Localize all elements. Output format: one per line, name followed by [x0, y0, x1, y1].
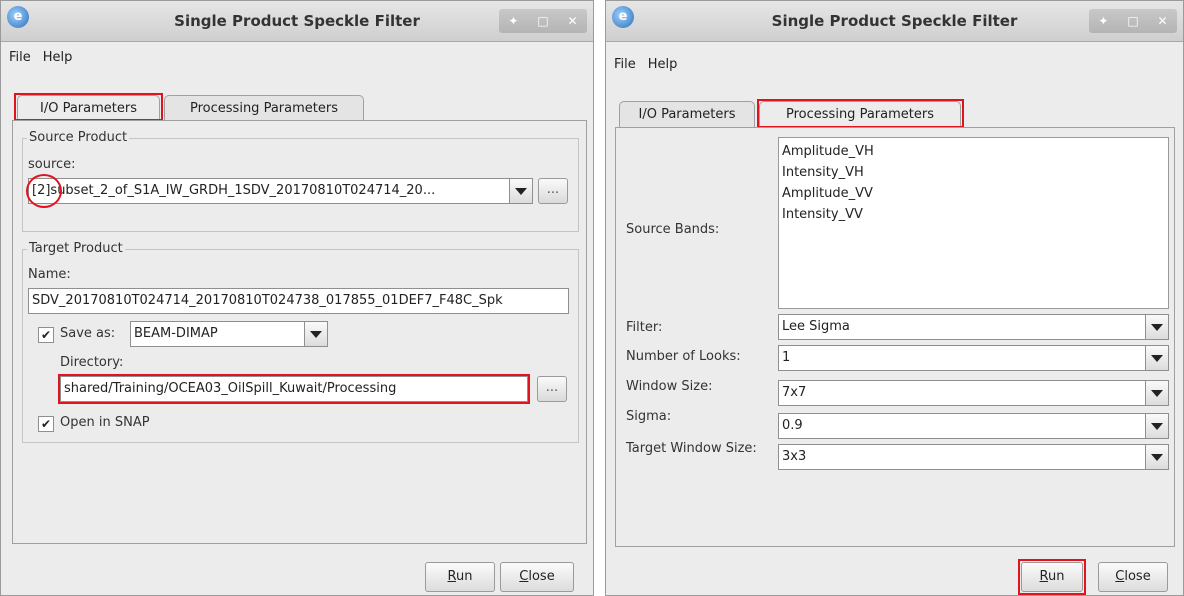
close-icon[interactable]: ✕: [1158, 14, 1168, 28]
number-of-looks-label: Number of Looks:: [626, 349, 741, 364]
maximize-icon[interactable]: □: [537, 14, 548, 28]
source-bands-label: Source Bands:: [626, 222, 720, 237]
close-label: lose: [1124, 569, 1151, 584]
title-bar[interactable]: e Single Product Speckle Filter ✦ □ ✕: [1, 1, 593, 42]
directory-label: Directory:: [60, 355, 124, 370]
menu-bar: File Help: [606, 49, 1183, 79]
pin-icon[interactable]: ✦: [508, 14, 518, 28]
run-button[interactable]: Run: [1021, 562, 1083, 592]
source-product-title: Source Product: [27, 130, 130, 145]
run-mnemonic: R: [447, 569, 456, 584]
processing-panel: Source Bands: Amplitude_VH Intensity_VH …: [615, 127, 1175, 547]
tab-processing-parameters[interactable]: Processing Parameters: [759, 101, 961, 127]
chevron-down-icon[interactable]: [1145, 445, 1168, 469]
directory-browse-button[interactable]: ...: [537, 376, 567, 402]
window-size-select[interactable]: 7x7: [778, 380, 1169, 406]
maximize-icon[interactable]: □: [1127, 14, 1138, 28]
close-label: lose: [528, 569, 555, 584]
chevron-down-icon[interactable]: [1145, 381, 1168, 405]
close-button[interactable]: Close: [500, 562, 574, 592]
tab-io-parameters[interactable]: I/O Parameters: [619, 101, 755, 127]
chevron-down-icon[interactable]: [1145, 315, 1168, 339]
window-size-value: 7x7: [782, 385, 807, 400]
run-label: un: [455, 569, 473, 584]
window-controls: ✦ □ ✕: [499, 9, 587, 33]
list-item[interactable]: Amplitude_VV: [782, 183, 1165, 204]
tab-io-parameters[interactable]: I/O Parameters: [17, 95, 160, 121]
sigma-select[interactable]: 0.9: [778, 413, 1169, 439]
chevron-down-icon[interactable]: [304, 322, 327, 346]
target-window-size-select[interactable]: 3x3: [778, 444, 1169, 470]
close-button[interactable]: Close: [1098, 562, 1168, 592]
list-item[interactable]: Intensity_VH: [782, 162, 1165, 183]
io-panel: Source Product source: [2]subset_2_of_S1…: [12, 120, 587, 544]
target-product-title: Target Product: [27, 241, 125, 256]
window-controls: ✦ □ ✕: [1089, 9, 1177, 33]
menu-bar: File Help: [1, 42, 593, 72]
menu-help[interactable]: Help: [648, 57, 678, 72]
sigma-value: 0.9: [782, 418, 803, 433]
speckle-filter-window-processing: e Single Product Speckle Filter ✦ □ ✕ Fi…: [605, 0, 1184, 596]
filter-label: Filter:: [626, 320, 663, 335]
menu-help[interactable]: Help: [43, 50, 73, 65]
run-mnemonic: R: [1039, 569, 1048, 584]
target-window-size-label: Target Window Size:: [626, 441, 757, 456]
source-label: source:: [28, 157, 76, 172]
source-product-select[interactable]: [2]subset_2_of_S1A_IW_GRDH_1SDV_20170810…: [28, 178, 533, 204]
chevron-down-icon[interactable]: [1145, 414, 1168, 438]
save-as-label: Save as:: [60, 326, 116, 341]
name-label: Name:: [28, 267, 71, 282]
save-format-value: BEAM-DIMAP: [134, 326, 218, 341]
run-button[interactable]: Run: [425, 562, 495, 592]
filter-value: Lee Sigma: [782, 319, 850, 334]
sigma-label: Sigma:: [626, 409, 672, 424]
title-bar[interactable]: e Single Product Speckle Filter ✦ □ ✕: [606, 1, 1183, 42]
list-item[interactable]: Intensity_VV: [782, 204, 1165, 225]
speckle-filter-window-io: e Single Product Speckle Filter ✦ □ ✕ Fi…: [0, 0, 594, 596]
target-window-size-value: 3x3: [782, 449, 807, 464]
window-size-label: Window Size:: [626, 379, 713, 394]
list-item[interactable]: Amplitude_VH: [782, 141, 1165, 162]
close-icon[interactable]: ✕: [568, 14, 578, 28]
chevron-down-icon[interactable]: [509, 179, 532, 203]
save-as-checkbox[interactable]: ✔: [38, 327, 54, 343]
chevron-down-icon[interactable]: [1145, 346, 1168, 370]
menu-file[interactable]: File: [9, 50, 31, 65]
number-of-looks-select[interactable]: 1: [778, 345, 1169, 371]
source-browse-button[interactable]: ...: [538, 178, 568, 204]
close-mnemonic: C: [519, 569, 529, 584]
close-mnemonic: C: [1115, 569, 1125, 584]
open-in-snap-checkbox[interactable]: ✔: [38, 416, 54, 432]
directory-field[interactable]: shared/Training/OCEA03_OilSpill_Kuwait/P…: [60, 376, 528, 402]
save-format-select[interactable]: BEAM-DIMAP: [130, 321, 328, 347]
menu-file[interactable]: File: [614, 57, 636, 72]
number-of-looks-value: 1: [782, 350, 791, 365]
target-product-group: Target Product Name: SDV_20170810T024714…: [22, 241, 579, 443]
open-in-snap-label: Open in SNAP: [60, 415, 150, 430]
run-label: un: [1047, 569, 1065, 584]
target-name-field[interactable]: SDV_20170810T024714_20170810T024738_0178…: [28, 288, 569, 314]
pin-icon[interactable]: ✦: [1098, 14, 1108, 28]
filter-select[interactable]: Lee Sigma: [778, 314, 1169, 340]
tab-processing-parameters[interactable]: Processing Parameters: [164, 95, 364, 121]
source-index-tag: [2]: [32, 183, 51, 198]
source-product-value: subset_2_of_S1A_IW_GRDH_1SDV_20170810T02…: [50, 183, 436, 198]
source-product-group: Source Product source: [2]subset_2_of_S1…: [22, 130, 579, 232]
source-bands-list[interactable]: Amplitude_VH Intensity_VH Amplitude_VV I…: [778, 137, 1169, 309]
